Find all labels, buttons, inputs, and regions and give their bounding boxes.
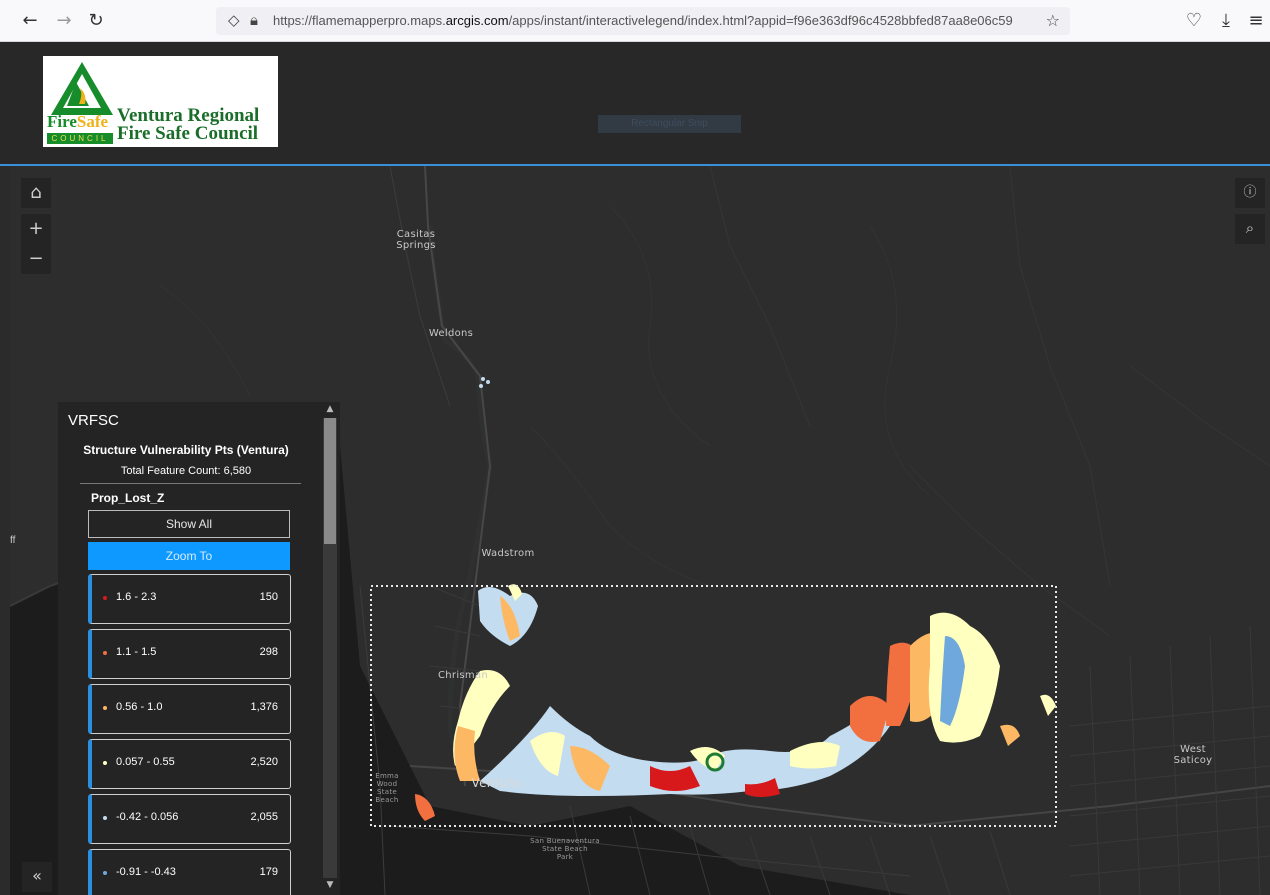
info-icon[interactable]: ⓘ [1235, 178, 1265, 208]
zoom-out-icon[interactable]: − [21, 244, 51, 274]
feature-count: Total Feature Count: 6,580 [120, 465, 252, 477]
class-count: 150 [259, 591, 278, 603]
zoom-in-icon[interactable]: + [21, 214, 51, 244]
zoom-to-button[interactable]: Zoom To [88, 542, 290, 570]
place-label-emma-wood: Emma Wood State Beach [375, 772, 399, 804]
url-text: https://flamemapperpro.maps.arcgis.com/a… [273, 13, 1013, 28]
search-icon[interactable]: ⌕ [1235, 214, 1265, 244]
forward-arrow-icon[interactable]: → [52, 9, 76, 33]
place-label-ff: ff [10, 535, 16, 546]
lock-icon: 🔒︎ [250, 11, 258, 29]
place-label-chrisman: Chrisman [437, 670, 489, 681]
class-symbol-icon [103, 651, 107, 655]
collapse-panel-icon[interactable]: « [22, 862, 52, 892]
legend-class-item[interactable]: -0.91 - -0.43 179 [88, 849, 291, 895]
place-label-casitas: Casitas Springs [396, 229, 436, 251]
scroll-up-icon[interactable]: ▲ [323, 404, 337, 414]
place-label-weldons: Weldons [428, 328, 474, 339]
legend-class-item[interactable]: 0.057 - 0.55 2,520 [88, 739, 291, 789]
class-count: 1,376 [250, 701, 278, 713]
legend-divider [80, 483, 301, 484]
legend-class-item[interactable]: -0.42 - 0.056 2,055 [88, 794, 291, 844]
class-count: 179 [259, 866, 278, 878]
place-label-wadstrom: Wadstrom [481, 548, 535, 559]
class-range: -0.42 - 0.056 [116, 811, 179, 823]
class-range: 0.057 - 0.55 [116, 756, 175, 768]
legend-class-item[interactable]: 0.56 - 1.0 1,376 [88, 684, 291, 734]
fire-safe-council-logo: FireSafe COUNCIL Ventura Regional Fire S… [43, 56, 278, 147]
place-label-west-saticoy: West Saticoy [1173, 744, 1213, 766]
legend-content: VRFSC Structure Vulnerability Pts (Ventu… [58, 402, 314, 895]
rectangular-snip-button[interactable]: Rectangular Snip [598, 115, 741, 133]
home-icon[interactable]: ⌂ [21, 178, 51, 208]
class-count: 2,520 [250, 756, 278, 768]
reload-icon[interactable]: ↻ [84, 9, 108, 33]
menu-icon[interactable]: ≡ [1244, 9, 1268, 33]
class-symbol-icon [103, 706, 107, 710]
shield-icon: ◇ [228, 11, 240, 29]
legend-class-item[interactable]: 1.6 - 2.3 150 [88, 574, 291, 624]
interactive-legend-panel: VRFSC Structure Vulnerability Pts (Ventu… [58, 402, 340, 895]
pocket-icon[interactable]: ♡ [1182, 9, 1206, 33]
legend-scrollbar-thumb[interactable] [324, 418, 336, 544]
app-header: FireSafe COUNCIL Ventura Regional Fire S… [0, 42, 1270, 166]
logo-title-line2: Fire Safe Council [117, 123, 259, 144]
legend-title: VRFSC [68, 412, 119, 429]
place-label-ventura: Ventura [471, 776, 521, 790]
class-range: 0.56 - 1.0 [116, 701, 163, 713]
logo-fire-text: FireSafe [47, 112, 109, 131]
class-symbol-icon [103, 761, 107, 765]
class-range: 1.1 - 1.5 [116, 646, 157, 658]
download-icon[interactable]: ⤓ [1214, 9, 1238, 33]
back-arrow-icon[interactable]: ← [18, 9, 42, 33]
class-symbol-icon [103, 816, 107, 820]
field-name: Prop_Lost_Z [91, 491, 165, 505]
logo-council-text: COUNCIL [47, 133, 113, 144]
scroll-down-icon[interactable]: ▼ [323, 880, 337, 890]
address-bar[interactable]: ◇ 🔒︎ https://flamemapperpro.maps.arcgis.… [216, 7, 1070, 35]
class-range: -0.91 - -0.43 [116, 866, 176, 878]
class-range: 1.6 - 2.3 [116, 591, 157, 603]
map-view[interactable]: Casitas Springs Weldons Wadstrom Chrisma… [10, 166, 1270, 895]
show-all-button[interactable]: Show All [88, 510, 290, 538]
class-symbol-icon [103, 871, 107, 875]
bookmark-star-icon[interactable]: ☆ [1046, 11, 1060, 30]
class-symbol-icon [103, 596, 107, 600]
layer-title: Structure Vulnerability Pts (Ventura) [83, 443, 289, 457]
browser-toolbar: ← → ↻ ◇ 🔒︎ https://flamemapperpro.maps.a… [0, 0, 1270, 42]
legend-class-item[interactable]: 1.1 - 1.5 298 [88, 629, 291, 679]
class-count: 2,055 [250, 811, 278, 823]
class-count: 298 [259, 646, 278, 658]
logo-triangle-icon [51, 62, 113, 115]
place-label-san-buenaventura: San Buenaventura State Beach Park [530, 837, 600, 861]
vulnerability-points [415, 377, 1056, 821]
